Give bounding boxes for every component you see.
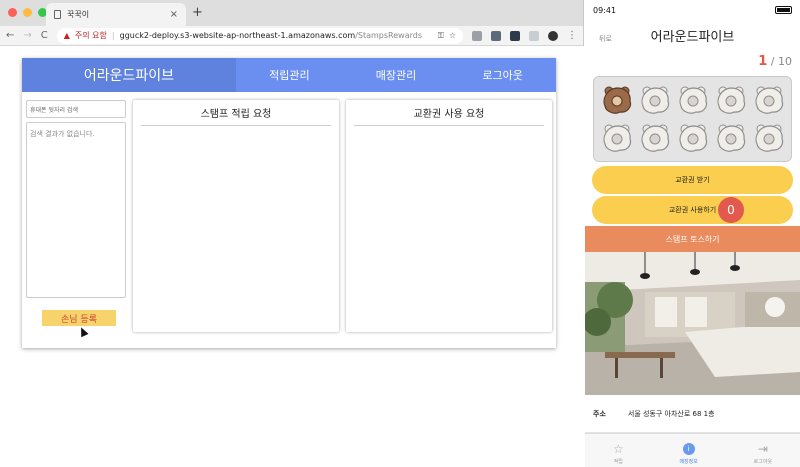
address-row: 주소 서울 성동구 아차산로 68 1층: [585, 395, 800, 433]
tab-logout[interactable]: ⇥ 로그아웃: [754, 443, 772, 465]
receive-coupon-label: 교환권 받기: [675, 176, 710, 184]
bear-donut-icon: [754, 124, 783, 153]
mobile-nav-bar: 뒤로 어라운드파이브: [585, 20, 800, 50]
stamp-empty: [675, 121, 710, 157]
bear-donut-icon: [640, 124, 669, 153]
warning-icon: ▲: [63, 31, 70, 40]
forward-arrow-icon[interactable]: →: [23, 30, 31, 41]
phone-search-input[interactable]: 휴대폰 뒷자리 검색: [26, 100, 126, 118]
tab-title: 꾹꾹이: [67, 10, 90, 19]
nav-store-management[interactable]: 매장관리: [343, 58, 450, 92]
use-coupon-label: 교환권 사용하기: [668, 206, 717, 214]
grid-extension-icon[interactable]: [510, 30, 520, 41]
toss-stamp-button[interactable]: 스탬프 토스하기: [585, 226, 800, 252]
receive-coupon-button[interactable]: 교환권 받기: [592, 166, 793, 194]
address-label: 주소: [593, 409, 606, 418]
tab-store-info[interactable]: i 매장정보: [679, 442, 698, 465]
address-value: 서울 성동구 아차산로 68 1층: [627, 409, 715, 418]
use-coupon-button[interactable]: 교환권 사용하기 0: [592, 196, 793, 224]
stamp-empty: [599, 121, 634, 157]
battery-icon: [775, 6, 792, 14]
nav-logout[interactable]: 로그아웃: [449, 58, 556, 92]
window-controls: [8, 8, 47, 17]
stamp-counter: 1 / 10: [585, 54, 800, 70]
security-warning[interactable]: 주의 요함: [75, 30, 107, 41]
tab-store-info-label: 매장정보: [679, 458, 698, 465]
minimize-window-button[interactable]: [23, 8, 32, 17]
address-bar[interactable]: ▲ 주의 요함 | gguck2-deploy.s3-website-ap-no…: [56, 27, 463, 44]
separator: |: [111, 31, 115, 40]
browser-window: 꾹꾹이 × + ← → C ▲ 주의 요함 | gguck2-deploy.s3…: [0, 0, 584, 467]
coupon-request-panel: 교환권 사용 요청: [346, 100, 552, 332]
tab-logout-label: 로그아웃: [753, 458, 773, 465]
bear-donut-icon: [678, 124, 707, 153]
register-customer-button[interactable]: 손님 등록: [42, 310, 116, 326]
tab-stamps-label: 적립: [613, 458, 623, 465]
mobile-app: 09:41 뒤로 어라운드파이브 1 / 10 교환권 받기 교환권 사용하기 …: [585, 0, 800, 467]
store-photo: [585, 252, 800, 395]
search-results: 검색 결과가 없습니다.: [26, 122, 126, 298]
stamp-empty: [637, 82, 672, 118]
stamp-request-panel: 스탬프 적립 요청: [133, 100, 339, 332]
new-tab-button[interactable]: +: [192, 5, 203, 20]
page-viewport: 어라운드파이브 적립관리 매장관리 로그아웃 휴대폰 뒷자리 검색 검색 결과가…: [0, 46, 584, 467]
stamp-count: 1: [758, 54, 768, 69]
bear-donut-icon: [678, 86, 707, 114]
reload-icon[interactable]: C: [41, 30, 48, 41]
stamp-total: / 10: [770, 55, 792, 68]
coupon-request-title: 교환권 사용 요청: [354, 100, 544, 126]
puzzle-extension-icon[interactable]: [529, 30, 539, 41]
star-icon: ☆: [612, 441, 624, 456]
url-path: /StampsRewards: [355, 31, 422, 40]
tab-stamps[interactable]: ☆ 적립: [613, 443, 624, 465]
admin-app: 어라운드파이브 적립관리 매장관리 로그아웃 휴대폰 뒷자리 검색 검색 결과가…: [22, 58, 556, 348]
browser-toolbar: ← → C ▲ 주의 요함 | gguck2-deploy.s3-website…: [0, 26, 583, 46]
bear-donut-icon: [602, 86, 631, 114]
customer-search-column: 휴대폰 뒷자리 검색 검색 결과가 없습니다. 손님 등록: [26, 100, 126, 344]
shield-extension-icon[interactable]: [472, 30, 482, 41]
close-window-button[interactable]: [8, 8, 17, 17]
stamp-empty: [713, 82, 748, 118]
key-icon[interactable]: ⚿: [438, 31, 444, 41]
stamp-card: [593, 76, 792, 162]
cafe-interior-image: [585, 252, 800, 395]
logout-icon: ⇥: [757, 441, 768, 456]
bear-donut-icon: [716, 124, 745, 153]
browser-tab-strip: 꾹꾹이 × +: [0, 0, 583, 26]
status-bar: 09:41: [585, 0, 800, 20]
back-arrow-icon[interactable]: ←: [6, 30, 14, 41]
bear-donut-icon: [640, 86, 669, 114]
screen: 꾹꾹이 × + ← → C ▲ 주의 요함 | gguck2-deploy.s3…: [0, 0, 800, 467]
url-host: gguck2-deploy.s3-website-ap-northeast-1.…: [119, 31, 356, 40]
stamp-empty: [713, 121, 748, 157]
document-icon: [54, 10, 61, 19]
browser-tab[interactable]: 꾹꾹이 ×: [46, 3, 186, 26]
coupon-count-badge: 0: [718, 197, 744, 223]
store-title: 어라운드파이브: [650, 30, 735, 45]
bird-extension-icon[interactable]: [491, 30, 501, 41]
bear-donut-icon: [602, 124, 631, 153]
status-time: 09:41: [593, 5, 617, 15]
stamp-empty: [751, 82, 786, 118]
mobile-tab-bar: ☆ 적립 i 매장정보 ⇥ 로그아웃: [585, 433, 800, 467]
close-tab-icon[interactable]: ×: [170, 9, 178, 20]
admin-body: 휴대폰 뒷자리 검색 검색 결과가 없습니다. 손님 등록 스탬프 적립 요청 …: [22, 98, 556, 348]
nav-stamp-management[interactable]: 적립관리: [236, 58, 343, 92]
stamp-filled: [599, 82, 634, 118]
stamp-empty: [637, 121, 672, 157]
stamp-empty: [751, 121, 786, 157]
profile-avatar-icon[interactable]: [548, 30, 558, 41]
url-text: gguck2-deploy.s3-website-ap-northeast-1.…: [120, 31, 433, 40]
bear-donut-icon: [716, 86, 745, 114]
bear-donut-icon: [754, 86, 783, 114]
brand-title[interactable]: 어라운드파이브: [22, 58, 236, 92]
menu-kebab-icon[interactable]: ⋮: [567, 30, 577, 41]
bookmark-star-icon[interactable]: ☆: [449, 31, 456, 40]
info-icon: i: [682, 442, 695, 455]
stamp-request-title: 스탬프 적립 요청: [141, 100, 331, 126]
admin-nav: 어라운드파이브 적립관리 매장관리 로그아웃: [22, 58, 556, 92]
mouse-cursor-icon: [77, 325, 89, 338]
stamp-empty: [675, 82, 710, 118]
